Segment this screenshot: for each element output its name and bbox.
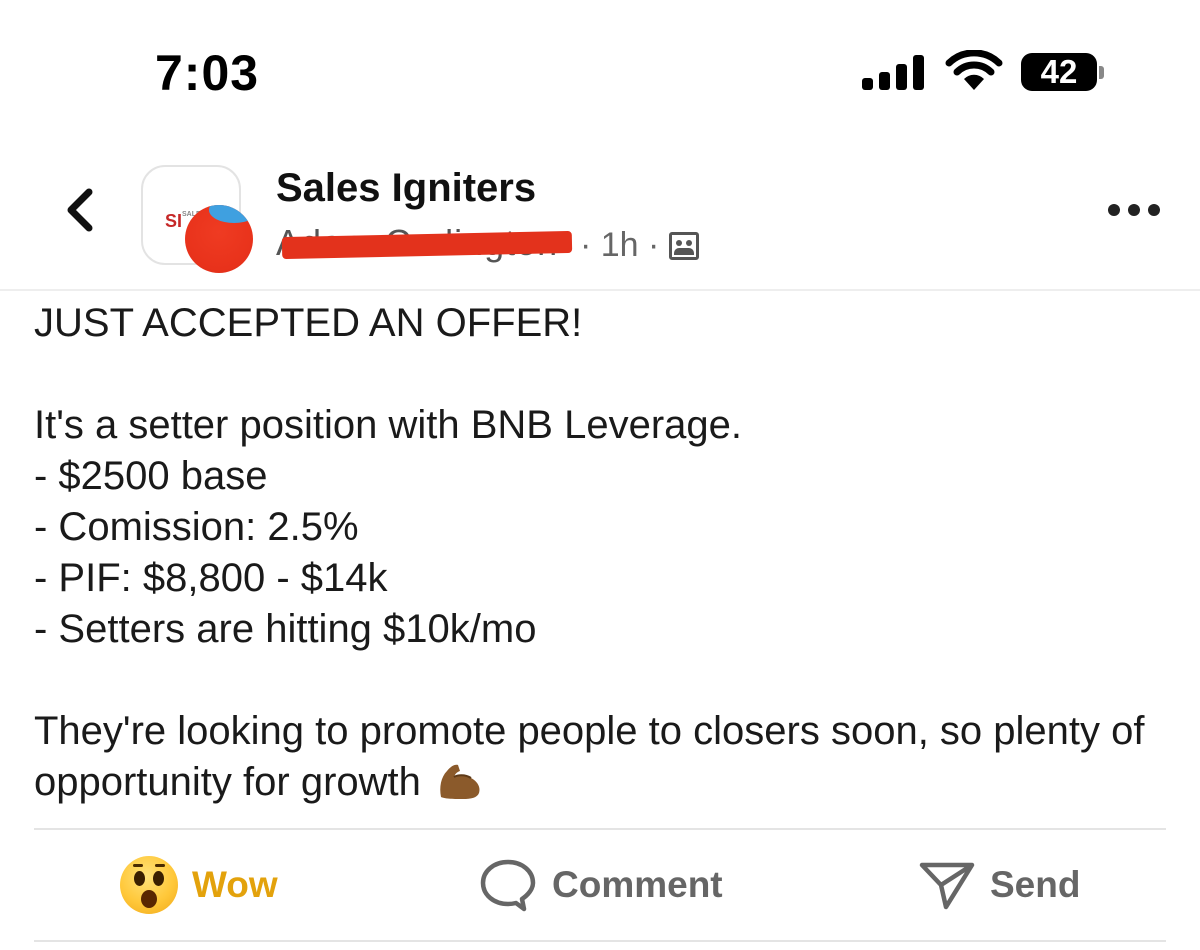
author-avatar[interactable] bbox=[185, 205, 253, 273]
post-closing: They're looking to promote people to clo… bbox=[34, 706, 1164, 808]
wow-reaction-icon bbox=[120, 856, 178, 914]
back-chevron-icon[interactable] bbox=[55, 180, 105, 240]
comment-button[interactable]: Comment bbox=[478, 852, 723, 918]
group-icon bbox=[669, 231, 700, 260]
post-closing-text: They're looking to promote people to clo… bbox=[34, 709, 1145, 804]
wow-label: Wow bbox=[192, 864, 278, 905]
post-headline: JUST ACCEPTED AN OFFER! bbox=[34, 301, 583, 345]
send-label: Send bbox=[990, 864, 1081, 905]
footer-divider bbox=[34, 940, 1166, 942]
post-bullet: - PIF: $8,800 - $14k bbox=[34, 556, 388, 600]
send-icon bbox=[919, 862, 975, 910]
post-bullet: - Setters are hitting $10k/mo bbox=[34, 607, 537, 651]
more-icon[interactable] bbox=[1108, 198, 1160, 222]
post-meta: Adam Codington · 1h · bbox=[276, 222, 736, 270]
battery-level: 42 bbox=[1040, 53, 1078, 90]
post-bullet: - Comission: 2.5% bbox=[34, 505, 359, 549]
comment-label: Comment bbox=[552, 864, 723, 905]
battery-nub bbox=[1099, 66, 1104, 79]
signal-icon bbox=[862, 54, 926, 90]
comment-icon bbox=[480, 859, 536, 912]
actions-divider bbox=[34, 828, 1166, 830]
wifi-icon bbox=[945, 50, 1003, 90]
flexed-bicep-emoji bbox=[440, 764, 480, 799]
status-time: 7:03 bbox=[155, 45, 260, 101]
post-bullet: - $2500 base bbox=[34, 454, 268, 498]
battery-icon: 42 bbox=[1021, 53, 1097, 91]
meta-details: · 1h · bbox=[580, 226, 700, 265]
send-button[interactable]: Send bbox=[918, 852, 1080, 918]
post-intro: It's a setter position with BNB Leverage… bbox=[34, 403, 742, 447]
wow-reaction-button[interactable]: Wow bbox=[120, 852, 278, 918]
group-name[interactable]: Sales Igniters bbox=[276, 166, 536, 211]
post-timestamp: · 1h · bbox=[580, 226, 660, 264]
post-body: JUST ACCEPTED AN OFFER! It's a setter po… bbox=[34, 298, 1164, 808]
header-divider bbox=[0, 289, 1200, 291]
